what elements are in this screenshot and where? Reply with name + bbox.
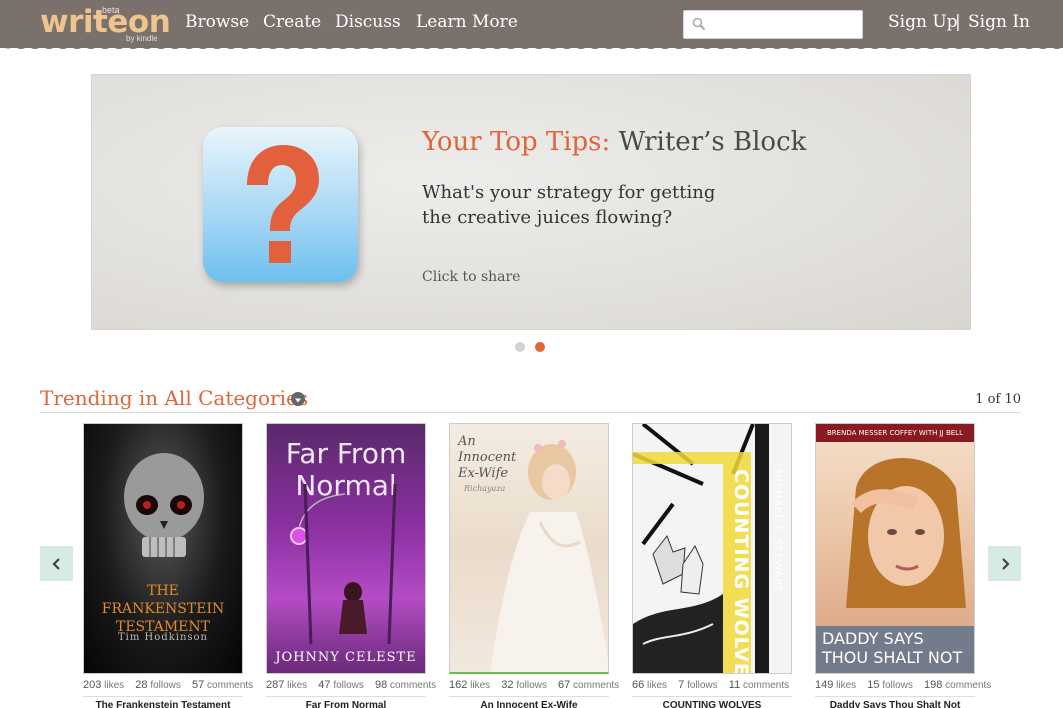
nav-learn-more[interactable]: Learn More: [416, 12, 518, 32]
comments-count: 67: [558, 679, 571, 691]
carousel-next-button[interactable]: [988, 546, 1021, 581]
featured-banner[interactable]: Your Top Tips: Writer’s Block What's you…: [91, 74, 971, 330]
stats-divider: [83, 696, 243, 697]
cover-author: BRENDA MESSER COFFEY WITH JJ BELL: [827, 429, 963, 437]
banner-title: Your Top Tips: Writer’s Block: [422, 127, 806, 157]
category-dropdown-icon[interactable]: [291, 392, 305, 406]
nav-discuss[interactable]: Discuss: [335, 12, 401, 32]
chevron-right-icon: [1002, 558, 1010, 570]
book-cover[interactable]: BRENDA MESSER COFFEY WITH JJ BELL DADDY …: [815, 423, 975, 674]
skull-image: [124, 453, 204, 557]
banner-title-rest: Writer’s Block: [618, 127, 807, 157]
banner-body: What's your strategy for getting the cre…: [422, 182, 716, 228]
click-to-share-link[interactable]: Click to share: [422, 269, 520, 285]
book-cover[interactable]: The Frankenstein Testament Tim Hodkinson: [83, 423, 243, 674]
comments-count: 57: [192, 679, 205, 691]
logo-beta-label: beta: [102, 5, 120, 15]
comments-count: 198: [924, 679, 943, 691]
comments-count: 11: [728, 679, 741, 691]
sign-up-link[interactable]: Sign Up: [888, 12, 958, 32]
follows-count: 7: [678, 679, 685, 691]
book-stats: 287 likes 47 follows 98 comments: [266, 679, 441, 691]
banner-title-accent: Your Top Tips:: [422, 127, 611, 157]
nav-browse[interactable]: Browse: [185, 12, 249, 32]
sign-in-link[interactable]: Sign In: [968, 12, 1030, 32]
likes-label: likes: [836, 680, 857, 691]
cover-author: JOHNNY CELESTE: [275, 650, 417, 665]
follows-count: 15: [867, 679, 880, 691]
book-cover[interactable]: COUNTING WOLVES MICHAEL F. STEWART: [632, 423, 792, 674]
cover-illustration: [290, 484, 397, 644]
book-cover[interactable]: An Innocent Ex-Wife Richayaza: [449, 423, 609, 674]
writeon-logo[interactable]: writeon beta by kindle: [40, 4, 171, 44]
follows-label: follows: [516, 680, 547, 691]
book-title[interactable]: Daddy Says Thou Shalt Not: [815, 700, 975, 708]
page-indicator: 1 of 10: [975, 392, 1021, 407]
follows-label: follows: [333, 680, 364, 691]
comments-count: 98: [375, 679, 388, 691]
likes-count: 203: [83, 679, 102, 691]
likes-count: 66: [632, 679, 645, 691]
question-mark-icon: [203, 127, 358, 282]
cover-title: DADDY SAYS THOU SHALT NOT: [822, 629, 963, 667]
carousel-prev-button[interactable]: [40, 546, 73, 581]
section-divider: [40, 412, 1021, 413]
auth-separator: |: [955, 12, 961, 32]
chevron-left-icon: [52, 558, 60, 570]
cover-title: The Frankenstein Testament: [101, 583, 225, 635]
book-cover[interactable]: Far From Normal JOHNNY CELESTE: [266, 423, 426, 674]
book-stats: 162 likes 32 follows 67 comments: [449, 679, 624, 691]
stats-divider: [449, 696, 609, 697]
follows-count: 47: [318, 679, 331, 691]
book-title[interactable]: The Frankenstein Testament: [83, 700, 243, 708]
likes-label: likes: [287, 680, 308, 691]
cover-title-vertical: COUNTING WOLVES: [722, 469, 752, 673]
nav-create[interactable]: Create: [263, 12, 321, 32]
stats-divider: [632, 696, 792, 697]
comments-label: comments: [742, 680, 790, 691]
follows-count: 28: [135, 679, 148, 691]
likes-label: likes: [104, 680, 125, 691]
likes-label: likes: [470, 680, 491, 691]
follows-label: follows: [687, 680, 718, 691]
book-title[interactable]: An Innocent Ex-Wife: [449, 700, 609, 708]
book-stats: 203 likes 28 follows 57 comments: [83, 679, 258, 691]
search-box[interactable]: [683, 10, 863, 39]
comments-label: comments: [390, 680, 437, 691]
likes-label: likes: [647, 680, 668, 691]
cover-author-vertical: MICHAEL F. STEWART: [769, 469, 783, 619]
likes-count: 162: [449, 679, 468, 691]
book-stats: 149 likes 15 follows 198 comments: [815, 679, 992, 691]
follows-label: follows: [150, 680, 181, 691]
logo-by-kindle: by kindle: [126, 34, 158, 43]
woman-portrait: [846, 458, 966, 608]
cover-author: MICHAEL F. STEWART: [772, 469, 783, 593]
likes-count: 149: [815, 679, 834, 691]
carousel-dot-2[interactable]: [535, 342, 545, 352]
book-title[interactable]: Far From Normal: [266, 700, 426, 708]
header-wave-edge: [0, 44, 1063, 49]
likes-count: 287: [266, 679, 285, 691]
comments-label: comments: [207, 680, 254, 691]
cover-title: COUNTING WOLVES: [730, 469, 752, 674]
trending-title: Trending in All Categories: [40, 386, 309, 410]
search-icon: [692, 17, 706, 31]
stats-divider: [266, 696, 426, 697]
cover-author: Tim Hodkinson: [118, 632, 208, 643]
follows-label: follows: [882, 680, 913, 691]
follows-count: 32: [501, 679, 514, 691]
search-input[interactable]: [710, 15, 858, 35]
stats-divider: [815, 696, 975, 697]
comments-label: comments: [573, 680, 620, 691]
book-title[interactable]: COUNTING WOLVES: [632, 700, 792, 708]
bride-image: [490, 440, 608, 672]
carousel-dots: [515, 342, 555, 352]
carousel-dot-1[interactable]: [515, 342, 525, 352]
comments-label: comments: [945, 680, 992, 691]
book-stats: 66 likes 7 follows 11 comments: [632, 679, 807, 691]
